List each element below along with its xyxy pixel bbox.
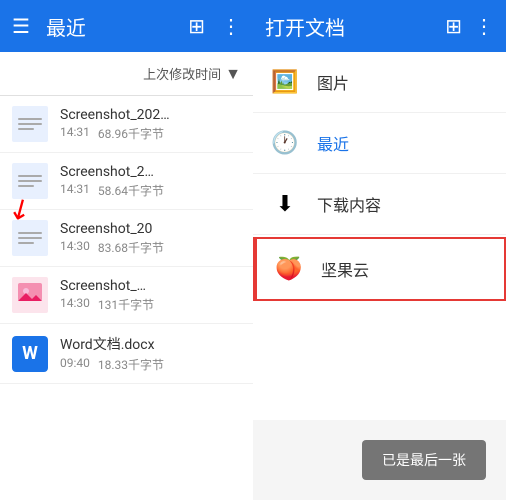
file-thumbnail: W	[12, 336, 48, 372]
file-size: 68.96千字节	[98, 125, 164, 142]
right-more-icon[interactable]: ⋮	[474, 14, 494, 38]
menu-item[interactable]: 🕐 最近	[253, 113, 506, 174]
word-doc-icon: W	[22, 343, 38, 364]
thumbnail-lines	[18, 118, 42, 130]
left-header: ☰ 最近 ⊞ ⋮	[0, 0, 253, 52]
file-info: Screenshot_2… 14:31 58.64千字节	[60, 164, 241, 199]
thumbnail-lines	[18, 175, 42, 187]
more-options-icon[interactable]: ⋮	[221, 14, 241, 38]
file-thumbnail	[12, 106, 48, 142]
menu-list: 🖼️ 图片 🕐 最近 ⬇ 下载内容 🍑 坚果云	[253, 52, 506, 420]
menu-item-label: 最近	[317, 131, 349, 155]
file-thumbnail	[12, 277, 48, 313]
file-time: 09:40	[60, 356, 90, 373]
file-info: Screenshot_20 14:30 83.68千字节	[60, 221, 241, 256]
menu-item-icon: ⬇	[269, 188, 301, 220]
right-grid-icon[interactable]: ⊞	[445, 14, 462, 38]
file-time: 14:31	[60, 182, 90, 199]
menu-item-icon: 🖼️	[269, 66, 301, 98]
menu-item-label: 坚果云	[321, 257, 369, 281]
hamburger-menu-icon[interactable]: ☰	[12, 14, 30, 38]
menu-item-label: 下载内容	[317, 192, 381, 216]
left-panel: ↙ ☰ 最近 ⊞ ⋮ 上次修改时间 ▼ Screenshot_202… 14:3…	[0, 0, 253, 500]
sort-arrow-icon: ▼	[225, 64, 241, 84]
right-header-icons: ⊞ ⋮	[445, 14, 494, 38]
image-thumb-icon	[18, 283, 42, 307]
file-info: Screenshot_202… 14:31 68.96千字节	[60, 107, 241, 142]
file-meta: 14:30 131千字节	[60, 296, 241, 313]
left-header-title: 最近	[46, 12, 172, 41]
file-size: 83.68千字节	[98, 239, 164, 256]
menu-item-icon: 🍑	[273, 253, 305, 285]
file-size: 131千字节	[98, 296, 154, 313]
sort-bar[interactable]: 上次修改时间 ▼	[0, 52, 253, 96]
menu-item[interactable]: ⬇ 下载内容	[253, 174, 506, 235]
file-size: 18.33千字节	[98, 356, 164, 373]
file-name: Screenshot_…	[60, 278, 220, 294]
end-button-area: 已是最后一张	[253, 420, 506, 500]
sort-label: 上次修改时间	[143, 64, 221, 83]
grid-view-icon[interactable]: ⊞	[188, 14, 205, 38]
file-meta: 14:31 58.64千字节	[60, 182, 241, 199]
file-size: 58.64千字节	[98, 182, 164, 199]
list-item[interactable]: Screenshot_2… 14:31 58.64千字节	[0, 153, 253, 210]
file-info: Word文档.docx 09:40 18.33千字节	[60, 334, 241, 373]
file-list: Screenshot_202… 14:31 68.96千字节 Screensho…	[0, 96, 253, 500]
menu-item-icon: 🕐	[269, 127, 301, 159]
right-header: 打开文档 ⊞ ⋮	[253, 0, 506, 52]
list-item[interactable]: Screenshot_… 14:30 131千字节	[0, 267, 253, 324]
right-header-title: 打开文档	[265, 12, 437, 41]
menu-item[interactable]: 🍑 坚果云	[253, 237, 506, 301]
file-time: 14:30	[60, 296, 90, 313]
thumbnail-lines	[18, 232, 42, 244]
file-info: Screenshot_… 14:30 131千字节	[60, 278, 241, 313]
list-item[interactable]: W Word文档.docx 09:40 18.33千字节	[0, 324, 253, 384]
file-meta: 09:40 18.33千字节	[60, 356, 241, 373]
file-meta: 14:31 68.96千字节	[60, 125, 241, 142]
file-meta: 14:30 83.68千字节	[60, 239, 241, 256]
file-name: Screenshot_20	[60, 221, 220, 237]
file-time: 14:31	[60, 125, 90, 142]
file-time: 14:30	[60, 239, 90, 256]
file-thumbnail	[12, 220, 48, 256]
list-item[interactable]: Screenshot_20 14:30 83.68千字节	[0, 210, 253, 267]
menu-item-label: 图片	[317, 70, 349, 94]
file-name: Screenshot_202…	[60, 107, 220, 123]
menu-item[interactable]: 🖼️ 图片	[253, 52, 506, 113]
file-name: Word文档.docx	[60, 334, 220, 354]
end-button[interactable]: 已是最后一张	[362, 440, 486, 480]
file-name: Screenshot_2…	[60, 164, 220, 180]
list-item[interactable]: Screenshot_202… 14:31 68.96千字节	[0, 96, 253, 153]
file-thumbnail	[12, 163, 48, 199]
right-panel: 打开文档 ⊞ ⋮ 🖼️ 图片 🕐 最近 ⬇ 下载内容 🍑 坚果云 已是最后一张	[253, 0, 506, 500]
